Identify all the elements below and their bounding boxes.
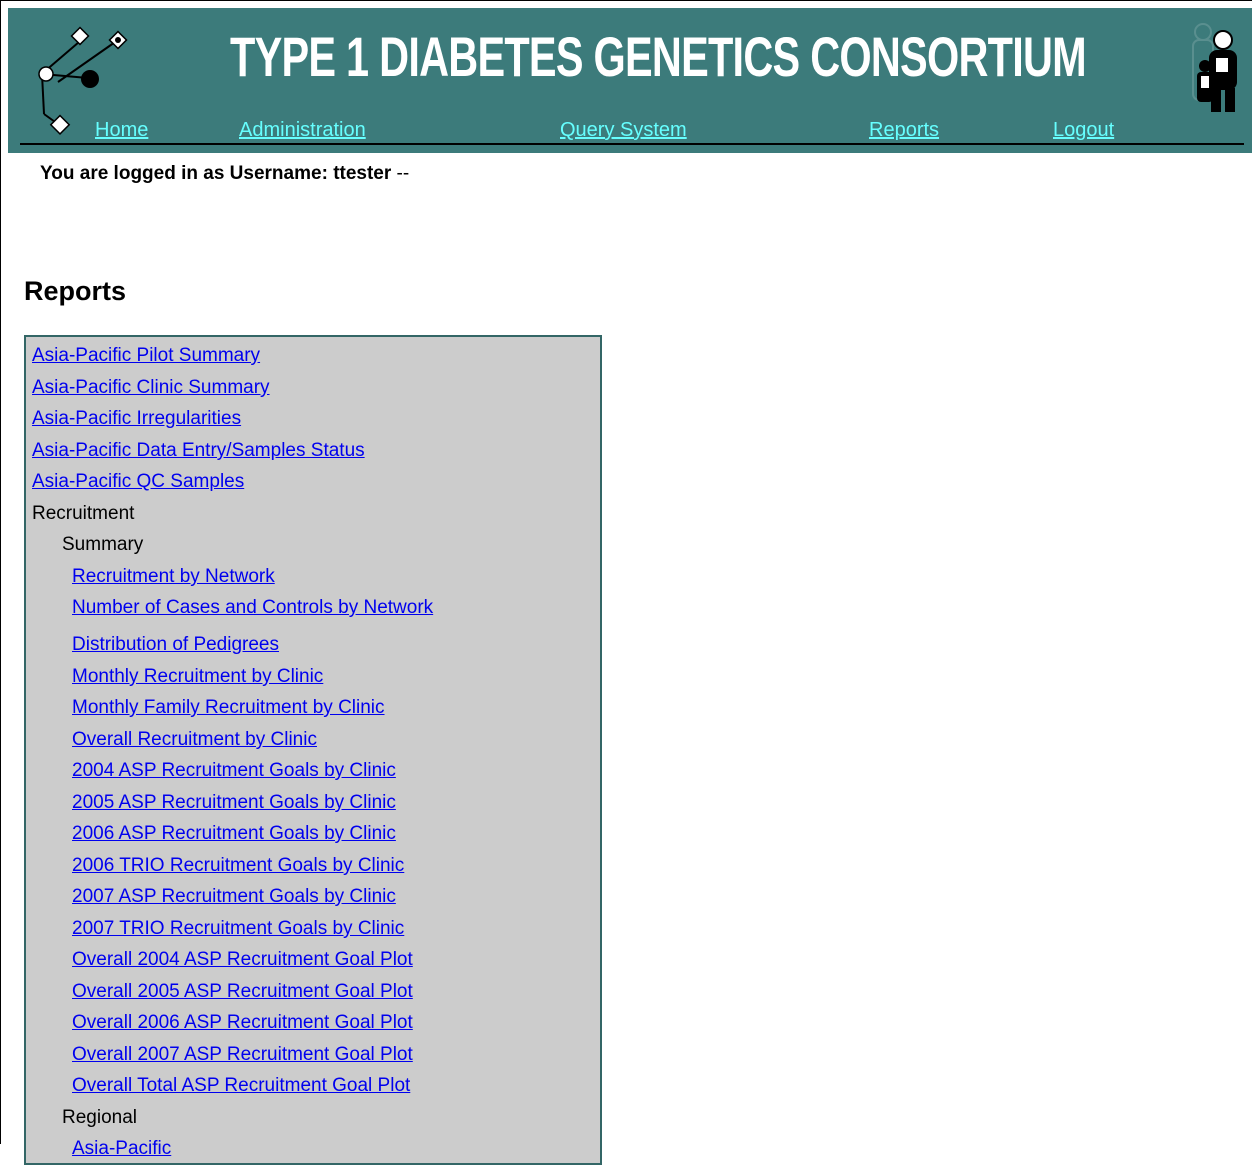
report-link[interactable]: 2005 ASP Recruitment Goals by Clinic [72, 792, 396, 814]
report-link[interactable]: Asia-Pacific Clinic Summary [32, 377, 270, 399]
report-link[interactable]: Overall Recruitment by Clinic [72, 729, 317, 751]
site-banner: TYPE 1 DIABETES GENETICS CONSORTIUM Home… [8, 8, 1252, 153]
report-link[interactable]: Monthly Family Recruitment by Clinic [72, 697, 385, 719]
subsection-heading-summary: Summary [62, 534, 144, 555]
report-link[interactable]: 2007 ASP Recruitment Goals by Clinic [72, 886, 396, 908]
report-link[interactable]: Distribution of Pedigrees [72, 634, 279, 656]
reports-list: Asia-Pacific Pilot Summary Asia-Pacific … [24, 335, 602, 1165]
login-label: You are logged in as Username: [40, 163, 328, 184]
report-link[interactable]: Asia-Pacific Pilot Summary [32, 345, 260, 367]
report-link[interactable]: Overall Total ASP Recruitment Goal Plot [72, 1075, 410, 1097]
report-link[interactable]: Recruitment by Network [72, 566, 275, 588]
report-link[interactable]: 2004 ASP Recruitment Goals by Clinic [72, 760, 396, 782]
site-title: TYPE 1 DIABETES GENETICS CONSORTIUM [230, 25, 1087, 88]
login-status: You are logged in as Username: ttester -… [40, 163, 409, 185]
nav-query-system-link[interactable]: Query System [560, 119, 687, 142]
report-link[interactable]: Asia-Pacific Data Entry/Samples Status [32, 440, 365, 462]
section-heading-recruitment: Recruitment [32, 503, 135, 524]
report-link[interactable]: Asia-Pacific QC Samples [32, 471, 244, 493]
report-link[interactable]: Number of Cases and Controls by Network [72, 597, 433, 619]
subsection-heading-regional: Regional [62, 1107, 137, 1128]
nav-reports-link[interactable]: Reports [869, 119, 939, 142]
nav-logout-link[interactable]: Logout [1053, 119, 1114, 142]
report-link[interactable]: Overall 2006 ASP Recruitment Goal Plot [72, 1012, 413, 1034]
report-link[interactable]: Monthly Recruitment by Clinic [72, 666, 323, 688]
login-username: ttester [333, 163, 392, 184]
report-link[interactable]: 2006 TRIO Recruitment Goals by Clinic [72, 855, 404, 877]
report-link[interactable]: Overall 2005 ASP Recruitment Goal Plot [72, 981, 413, 1003]
nav-administration-link[interactable]: Administration [239, 119, 366, 142]
nav-home-link[interactable]: Home [95, 119, 148, 142]
report-link[interactable]: Overall 2007 ASP Recruitment Goal Plot [72, 1044, 413, 1066]
login-suffix: -- [396, 163, 410, 184]
banner-divider [20, 143, 1244, 145]
report-link[interactable]: Asia-Pacific [72, 1138, 171, 1160]
report-link[interactable]: Asia-Pacific Irregularities [32, 408, 241, 430]
family-figures-icon [1192, 23, 1237, 112]
report-link[interactable]: 2006 ASP Recruitment Goals by Clinic [72, 823, 396, 845]
report-link[interactable]: Overall 2004 ASP Recruitment Goal Plot [72, 949, 413, 971]
page-title: Reports [24, 276, 127, 306]
report-link[interactable]: 2007 TRIO Recruitment Goals by Clinic [72, 918, 404, 940]
